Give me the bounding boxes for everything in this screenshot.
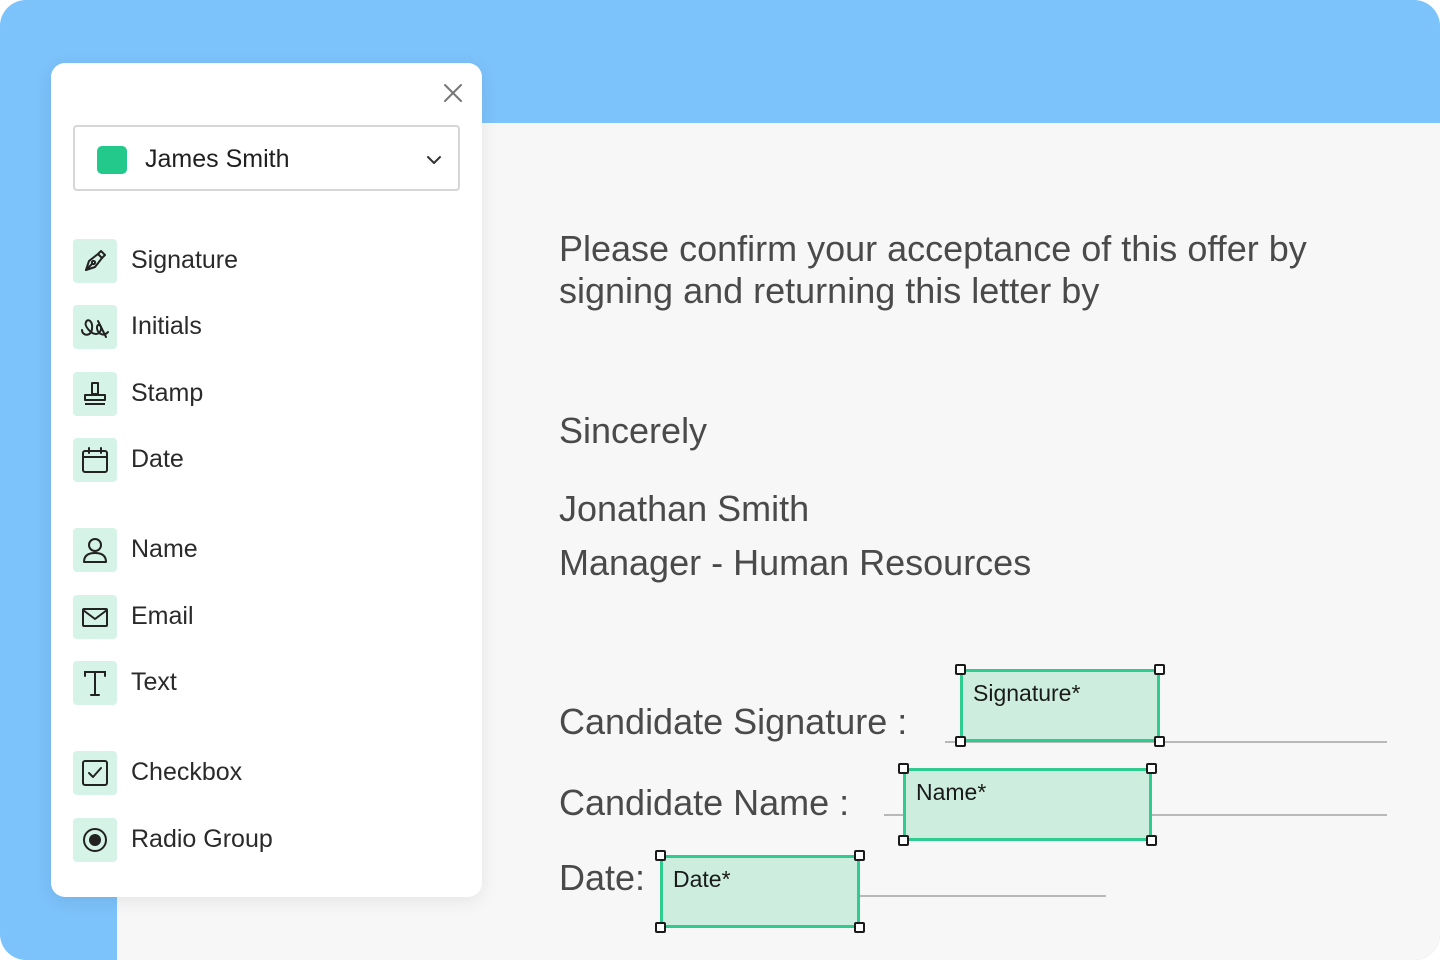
resize-handle[interactable] xyxy=(1146,835,1157,846)
palette-item-label: Email xyxy=(131,602,194,630)
resize-handle[interactable] xyxy=(898,763,909,774)
envelope-icon xyxy=(73,595,117,639)
candidate-name-label: Candidate Name : xyxy=(559,782,850,823)
signer-name: James Smith xyxy=(145,145,290,173)
resize-handle[interactable] xyxy=(955,736,966,747)
palette-item-label: Initials xyxy=(131,312,202,340)
resize-handle[interactable] xyxy=(655,850,666,861)
palette-item-label: Name xyxy=(131,535,198,563)
candidate-signature-label: Candidate Signature : xyxy=(559,701,908,742)
date-field-label: Date* xyxy=(673,866,731,892)
palette-item-date[interactable]: Date xyxy=(73,438,453,482)
resize-handle[interactable] xyxy=(955,664,966,675)
palette-item-email[interactable]: Email xyxy=(73,595,453,639)
resize-handle[interactable] xyxy=(1146,763,1157,774)
date-field[interactable]: Date* xyxy=(655,850,865,933)
resize-handle[interactable] xyxy=(655,922,666,933)
signature-field-label: Signature* xyxy=(973,680,1081,706)
palette-item-label: Radio Group xyxy=(131,825,273,853)
palette-item-radio-group[interactable]: Radio Group xyxy=(73,818,453,862)
sender-name: Jonathan Smith xyxy=(559,488,810,529)
offer-paragraph-line1: Please confirm your acceptance of this o… xyxy=(559,228,1307,269)
offer-paragraph-line2: signing and returning this letter by xyxy=(559,270,1100,311)
palette-item-label: Text xyxy=(131,668,177,696)
palette-item-checkbox[interactable]: Checkbox xyxy=(73,751,453,795)
initials-icon xyxy=(73,305,117,349)
signer-color-swatch xyxy=(97,146,127,174)
palette-item-signature[interactable]: Signature xyxy=(73,239,453,283)
calendar-icon xyxy=(73,438,117,482)
palette-item-initials[interactable]: Initials xyxy=(73,305,453,349)
chevron-down-icon xyxy=(425,151,443,174)
palette-item-label: Checkbox xyxy=(131,758,243,786)
sender-title: Manager - Human Resources xyxy=(559,542,1032,583)
resize-handle[interactable] xyxy=(1154,664,1165,675)
signer-select[interactable]: James Smith xyxy=(73,125,460,191)
resize-handle[interactable] xyxy=(1154,736,1165,747)
name-field-label: Name* xyxy=(916,779,987,805)
resize-handle[interactable] xyxy=(854,922,865,933)
date-label: Date: xyxy=(559,857,646,898)
closing-text: Sincerely xyxy=(559,410,708,451)
app-background: Please confirm your acceptance of this o… xyxy=(0,0,1440,960)
person-icon xyxy=(73,528,117,572)
text-icon xyxy=(73,661,117,705)
close-icon[interactable] xyxy=(441,81,465,105)
palette-item-label: Date xyxy=(131,445,184,473)
radio-icon xyxy=(73,818,117,862)
stamp-icon xyxy=(73,372,117,416)
resize-handle[interactable] xyxy=(898,835,909,846)
field-palette-panel: James Smith Signature Initials Stamp Dat… xyxy=(51,63,482,897)
palette-item-label: Signature xyxy=(131,246,239,274)
palette-item-text[interactable]: Text xyxy=(73,661,453,705)
resize-handle[interactable] xyxy=(854,850,865,861)
checkbox-icon xyxy=(73,751,117,795)
palette-item-stamp[interactable]: Stamp xyxy=(73,372,453,416)
palette-item-name[interactable]: Name xyxy=(73,528,453,572)
palette-item-label: Stamp xyxy=(131,379,204,407)
name-field[interactable]: Name* xyxy=(898,763,1157,846)
pen-nib-icon xyxy=(73,239,117,283)
signature-field[interactable]: Signature* xyxy=(955,664,1165,747)
